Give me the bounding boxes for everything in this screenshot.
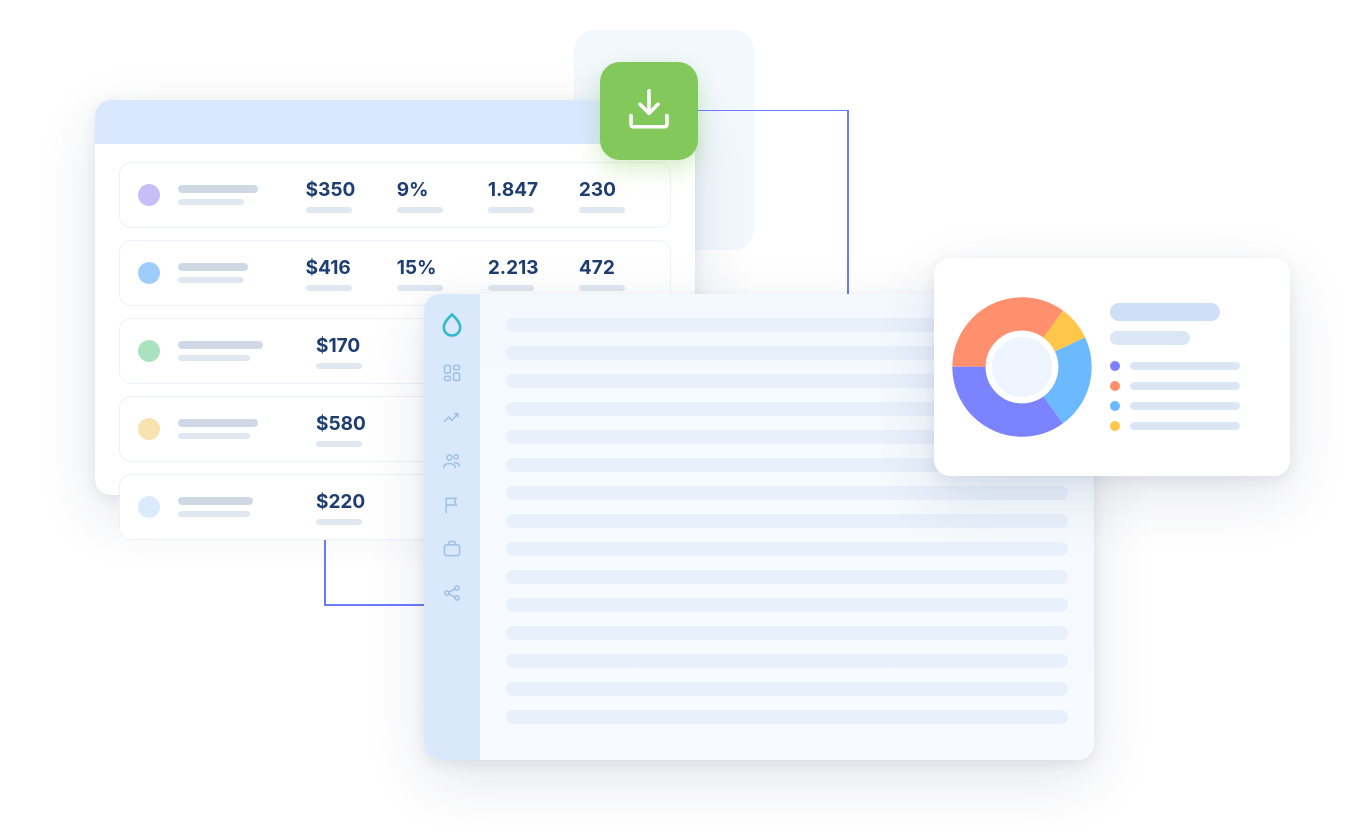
row-amount: $220 [316, 490, 396, 525]
content-line [506, 682, 1068, 696]
dashboard-icon[interactable] [441, 362, 463, 384]
content-line [506, 514, 1068, 528]
row-color-dot [138, 496, 160, 518]
legend-item [1110, 381, 1272, 391]
content-line [506, 542, 1068, 556]
row-num2: 472 [579, 256, 652, 291]
row-color-dot [138, 340, 160, 362]
legend-dot [1110, 381, 1120, 391]
illustration-stage: $350 9% 1.847 230 $416 15% 2.213 472 [0, 0, 1360, 834]
row-amount: $170 [316, 334, 396, 369]
row-num2: 230 [579, 178, 652, 213]
stats-card [934, 258, 1290, 476]
row-name [178, 497, 298, 517]
stats-subtitle-placeholder [1110, 331, 1190, 345]
row-pct: 15% [397, 256, 470, 291]
briefcase-icon[interactable] [441, 538, 463, 560]
legend-dot [1110, 361, 1120, 371]
donut-center [992, 337, 1052, 397]
row-color-dot [138, 184, 160, 206]
content-line [506, 710, 1068, 724]
row-num1: 2.213 [488, 256, 561, 291]
legend-item [1110, 401, 1272, 411]
legend-item [1110, 421, 1272, 431]
content-line [506, 598, 1068, 612]
app-sidebar [424, 294, 480, 760]
stats-title-placeholder [1110, 303, 1220, 321]
row-amount: $350 [306, 178, 379, 213]
row-color-dot [138, 262, 160, 284]
content-line [506, 486, 1068, 500]
row-name [178, 419, 298, 439]
row-name [178, 263, 288, 283]
row-pct: 9% [397, 178, 470, 213]
row-name [178, 341, 298, 361]
legend-dot [1110, 421, 1120, 431]
row-amount: $580 [316, 412, 396, 447]
download-icon [622, 84, 676, 138]
download-button[interactable] [600, 62, 698, 160]
legend-dot [1110, 401, 1120, 411]
flag-icon[interactable] [441, 494, 463, 516]
content-line [506, 626, 1068, 640]
people-icon[interactable] [441, 450, 463, 472]
logo-icon [438, 311, 466, 339]
row-name [178, 185, 288, 205]
row-color-dot [138, 418, 160, 440]
donut-chart [952, 297, 1092, 437]
row-num1: 1.847 [488, 178, 561, 213]
growth-icon[interactable] [441, 406, 463, 428]
stats-legend [1110, 303, 1272, 431]
table-row[interactable]: $350 9% 1.847 230 [119, 162, 671, 228]
content-line [506, 570, 1068, 584]
app-logo[interactable] [437, 310, 467, 340]
row-amount: $416 [306, 256, 379, 291]
share-icon[interactable] [441, 582, 463, 604]
legend-item [1110, 361, 1272, 371]
content-line [506, 654, 1068, 668]
